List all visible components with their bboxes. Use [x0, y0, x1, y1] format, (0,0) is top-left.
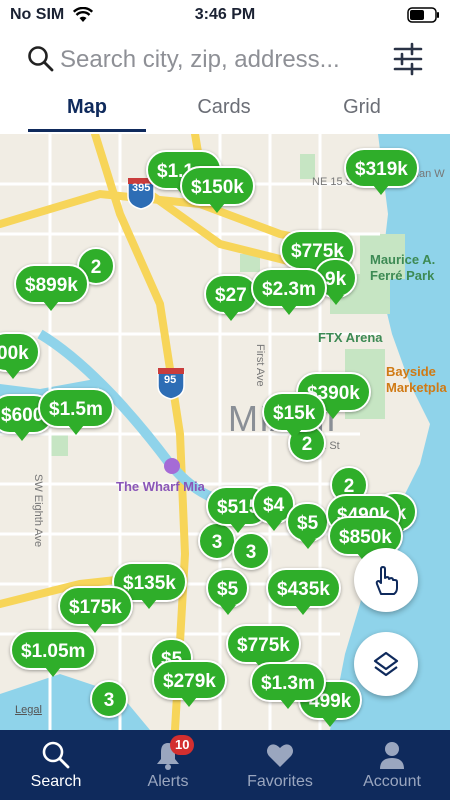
poi-label-marketplace: Marketpla [386, 380, 447, 395]
hand-pointer-icon [375, 566, 398, 595]
interstate-395-label: 395 [132, 182, 151, 194]
map-price-pin[interactable]: $5 [206, 568, 250, 615]
poi-label-bayside: Bayside [386, 364, 436, 379]
search-bar [0, 34, 450, 88]
map-view[interactable]: 395 95 NE 15 St stian W Maurice A. Ferré… [0, 134, 450, 730]
map-layers-button[interactable] [354, 632, 418, 696]
alerts-badge: 10 [170, 735, 195, 755]
map-price-pin[interactable]: $435k [266, 568, 341, 615]
active-tab-indicator [28, 129, 146, 132]
map-price-pin[interactable]: $279k [152, 660, 227, 707]
map-price-pin[interactable]: $1.5m [38, 388, 114, 435]
map-price-pin[interactable]: $1.3m [250, 662, 326, 709]
nav-alerts[interactable]: 10 Alerts [112, 730, 224, 800]
nav-label: Alerts [147, 773, 189, 790]
map-price-pin[interactable]: $319k [344, 148, 419, 195]
map-price-pin[interactable]: $1.05m [10, 630, 97, 677]
bottom-navigation: Search 10 Alerts Favorites Account [0, 730, 450, 800]
map-price-pin[interactable]: $775k [226, 624, 301, 671]
clock: 3:46 PM [194, 6, 256, 23]
battery-icon [407, 7, 439, 23]
map-price-pin[interactable]: $2.3m [251, 268, 327, 315]
map-price-pin[interactable]: $15k [262, 392, 327, 439]
street-label-first-ave: First Ave [254, 344, 266, 387]
tab-grid[interactable]: Grid [303, 96, 421, 119]
map-price-pin[interactable]: $175k [58, 586, 133, 633]
map-price-pin[interactable]: 00k [0, 332, 40, 379]
search-input[interactable] [60, 42, 380, 78]
map-cluster[interactable]: 3 [90, 680, 128, 718]
nav-search[interactable]: Search [0, 730, 112, 800]
map-price-pin[interactable]: $150k [180, 166, 255, 213]
user-icon [380, 742, 404, 769]
street-label-sw8: SW Eighth Ave [32, 474, 44, 548]
poi-label-wharf: The Wharf Mia [116, 479, 205, 494]
search-icon [28, 46, 54, 72]
nav-favorites[interactable]: Favorites [224, 730, 336, 800]
nav-label: Search [30, 773, 82, 790]
nav-label: Account [363, 773, 421, 790]
filter-sliders-icon[interactable] [392, 42, 424, 76]
layers-icon [373, 651, 399, 677]
park-label-maurice: Maurice A. [370, 252, 436, 267]
tab-map[interactable]: Map [28, 96, 146, 119]
heart-icon [267, 744, 293, 767]
map-price-pin[interactable]: $899k [14, 264, 89, 311]
nav-label: Favorites [247, 773, 313, 790]
view-tabs: Map Cards Grid [0, 88, 450, 134]
map-price-pin[interactable]: $27 [204, 274, 258, 321]
nav-account[interactable]: Account [336, 730, 448, 800]
draw-area-button[interactable] [354, 548, 418, 612]
arena-label: FTX Arena [318, 330, 383, 345]
map-price-pin[interactable]: $5 [286, 502, 330, 549]
status-bar: No SIM 3:46 PM [0, 0, 450, 30]
tab-cards[interactable]: Cards [165, 96, 283, 119]
legal-link[interactable]: Legal [15, 704, 42, 716]
map-cluster[interactable]: 3 [232, 532, 270, 570]
park-label-ferre: Ferré Park [370, 268, 435, 283]
interstate-95-label: 95 [164, 374, 177, 386]
search-icon [42, 741, 70, 769]
